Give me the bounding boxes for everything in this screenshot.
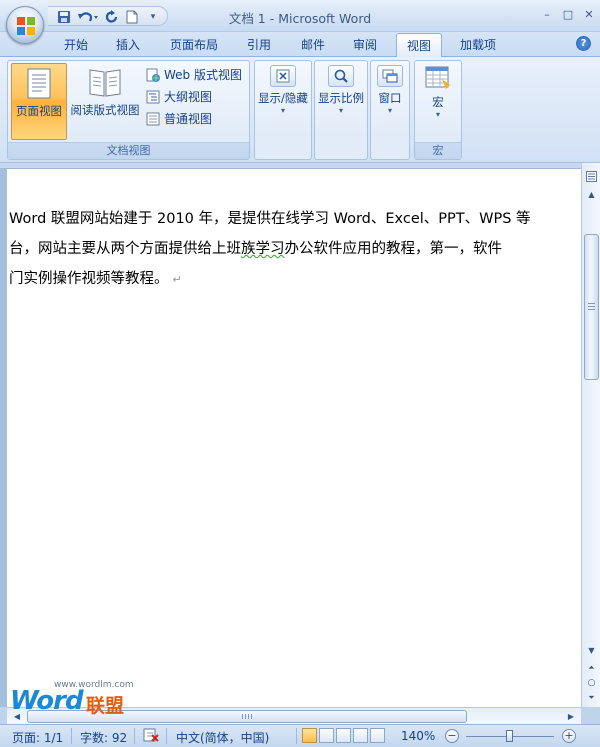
ribbon-tabs: 开始 插入 页面布局 引用 邮件 审阅 视图 加载项 ?	[0, 32, 600, 57]
office-button[interactable]	[6, 6, 44, 44]
outline-label: 大纲视图	[164, 90, 213, 104]
title-bar: ▾ 文档 1 - Microsoft Word – □ ✕	[0, 0, 600, 32]
proofing-status-icon[interactable]	[143, 728, 159, 746]
document-line-1: Word 联盟网站始建于 2010 年，是提供在线学习 Word、Excel、P…	[9, 211, 531, 227]
tab-mailings[interactable]: 邮件	[295, 33, 331, 55]
web-layout-icon	[146, 68, 160, 82]
scroll-up-arrow-icon[interactable]: ▲	[584, 187, 599, 201]
web-layout-label: Web 版式视图	[164, 68, 242, 82]
previous-page-icon[interactable]: ⏶	[584, 661, 599, 675]
chevron-down-icon: ▾	[435, 110, 440, 119]
vertical-scrollbar[interactable]: ▲ ▼ ⏶ ○ ⏷	[581, 163, 600, 707]
tab-add-ins[interactable]: 加载项	[453, 33, 503, 55]
window-icon	[377, 65, 403, 87]
document-line-2-end: 办公软件应用的教程，第一，软件	[284, 241, 503, 257]
full-screen-reading-button[interactable]: 阅读版式视图	[66, 63, 144, 140]
help-icon[interactable]: ?	[576, 36, 591, 51]
zoom-in-button[interactable]: +	[562, 729, 576, 743]
document-line-3-text: 门实例操作视频等教程。	[9, 271, 169, 287]
web-view-icon[interactable]	[336, 728, 351, 743]
status-bar: 页面: 1/1 字数: 92 中文(简体，中国) 140% − +	[0, 724, 600, 747]
document-body[interactable]: Word 联盟网站始建于 2010 年，是提供在线学习 Word、Excel、P…	[9, 204, 581, 295]
select-browse-object-icon[interactable]: ○	[584, 676, 599, 690]
watermark-cn: 联盟	[86, 695, 125, 717]
tab-references[interactable]: 引用	[241, 33, 277, 55]
group-macros: 宏 ▾ 宏	[414, 60, 462, 160]
show-hide-icon	[270, 65, 296, 87]
macros-button[interactable]: 宏 ▾	[415, 65, 461, 141]
outline-icon	[146, 90, 160, 103]
window-button[interactable]: 窗口 ▾	[371, 65, 409, 157]
outline-view-icon[interactable]	[353, 728, 368, 743]
reading-layout-icon	[89, 69, 121, 97]
language-status[interactable]: 中文(简体，中国)	[176, 729, 269, 746]
watermark-word: Word	[10, 686, 84, 716]
draft-view-icon[interactable]	[370, 728, 385, 743]
group-document-views: 页面视图 阅读版式视图 Web 版式视图 大纲视图 普通视图 文档视图	[7, 60, 250, 160]
chevron-down-icon: ▾	[387, 106, 392, 115]
macros-label: 宏	[432, 95, 444, 109]
paragraph-mark-icon: ↵	[172, 273, 182, 286]
reading-view-icon[interactable]	[319, 728, 334, 743]
window-label: 窗口	[378, 91, 402, 105]
zoom-out-button[interactable]: −	[445, 729, 459, 743]
ribbon: 页面视图 阅读版式视图 Web 版式视图 大纲视图 普通视图 文档视图 显示/隐…	[0, 56, 600, 163]
office-logo-icon	[17, 17, 35, 35]
web-layout-button[interactable]: Web 版式视图	[146, 66, 242, 83]
zoom-level[interactable]: 140%	[401, 729, 435, 743]
group-window: 窗口 ▾	[370, 60, 410, 160]
scroll-right-arrow-icon[interactable]: ▶	[564, 710, 578, 723]
maximize-button[interactable]: □	[559, 6, 577, 22]
scroll-down-arrow-icon[interactable]: ▼	[584, 643, 599, 657]
zoom-slider-thumb[interactable]	[506, 730, 513, 742]
zoom-button[interactable]: 显示比例 ▾	[315, 65, 367, 157]
tab-review[interactable]: 审阅	[347, 33, 383, 55]
reading-layout-label: 阅读版式视图	[70, 103, 140, 117]
word-count[interactable]: 字数: 92	[80, 729, 127, 746]
show-hide-button[interactable]: 显示/隐藏 ▾	[255, 65, 311, 157]
magnifier-icon	[328, 65, 354, 87]
print-layout-button[interactable]: 页面视图	[11, 63, 67, 140]
close-button[interactable]: ✕	[580, 6, 598, 22]
show-hide-label: 显示/隐藏	[258, 91, 308, 105]
group-label-document-views: 文档视图	[8, 142, 249, 159]
vertical-scroll-thumb[interactable]	[584, 234, 599, 380]
window-title: 文档 1 - Microsoft Word	[228, 11, 372, 26]
draft-button[interactable]: 普通视图	[146, 110, 212, 127]
tab-view[interactable]: 视图	[396, 33, 442, 57]
document-line-2-start: 台，网站主要从两个方面提供给上班	[9, 241, 241, 257]
chevron-down-icon: ▾	[280, 106, 285, 115]
outline-button[interactable]: 大纲视图	[146, 88, 212, 105]
chevron-down-icon: ▾	[338, 106, 343, 115]
group-show-hide: 显示/隐藏 ▾	[254, 60, 312, 160]
ruler-toggle-icon[interactable]	[584, 169, 599, 183]
page-top-strip	[0, 163, 581, 169]
draft-icon	[146, 112, 160, 125]
document-line-2: 台，网站主要从两个方面提供给上班族学习办公软件应用的教程，第一，软件	[9, 234, 581, 264]
tab-page-layout[interactable]: 页面布局	[164, 33, 224, 55]
zoom-label: 显示比例	[318, 91, 364, 105]
grammar-squiggle-text[interactable]: 族学习	[241, 241, 285, 257]
document-line-3: 门实例操作视频等教程。 ↵	[9, 264, 581, 295]
group-label-macros: 宏	[415, 142, 461, 159]
print-layout-label: 页面视图	[16, 104, 62, 118]
print-layout-view-icon[interactable]	[302, 728, 317, 743]
group-zoom: 显示比例 ▾	[314, 60, 368, 160]
page-count[interactable]: 页面: 1/1	[12, 729, 63, 746]
tab-insert[interactable]: 插入	[110, 33, 146, 55]
minimize-button[interactable]: –	[538, 6, 556, 22]
next-page-icon[interactable]: ⏷	[584, 691, 599, 705]
macros-icon	[425, 66, 450, 89]
tab-home[interactable]: 开始	[58, 33, 94, 55]
print-layout-icon	[27, 68, 51, 99]
draft-label: 普通视图	[164, 112, 213, 126]
